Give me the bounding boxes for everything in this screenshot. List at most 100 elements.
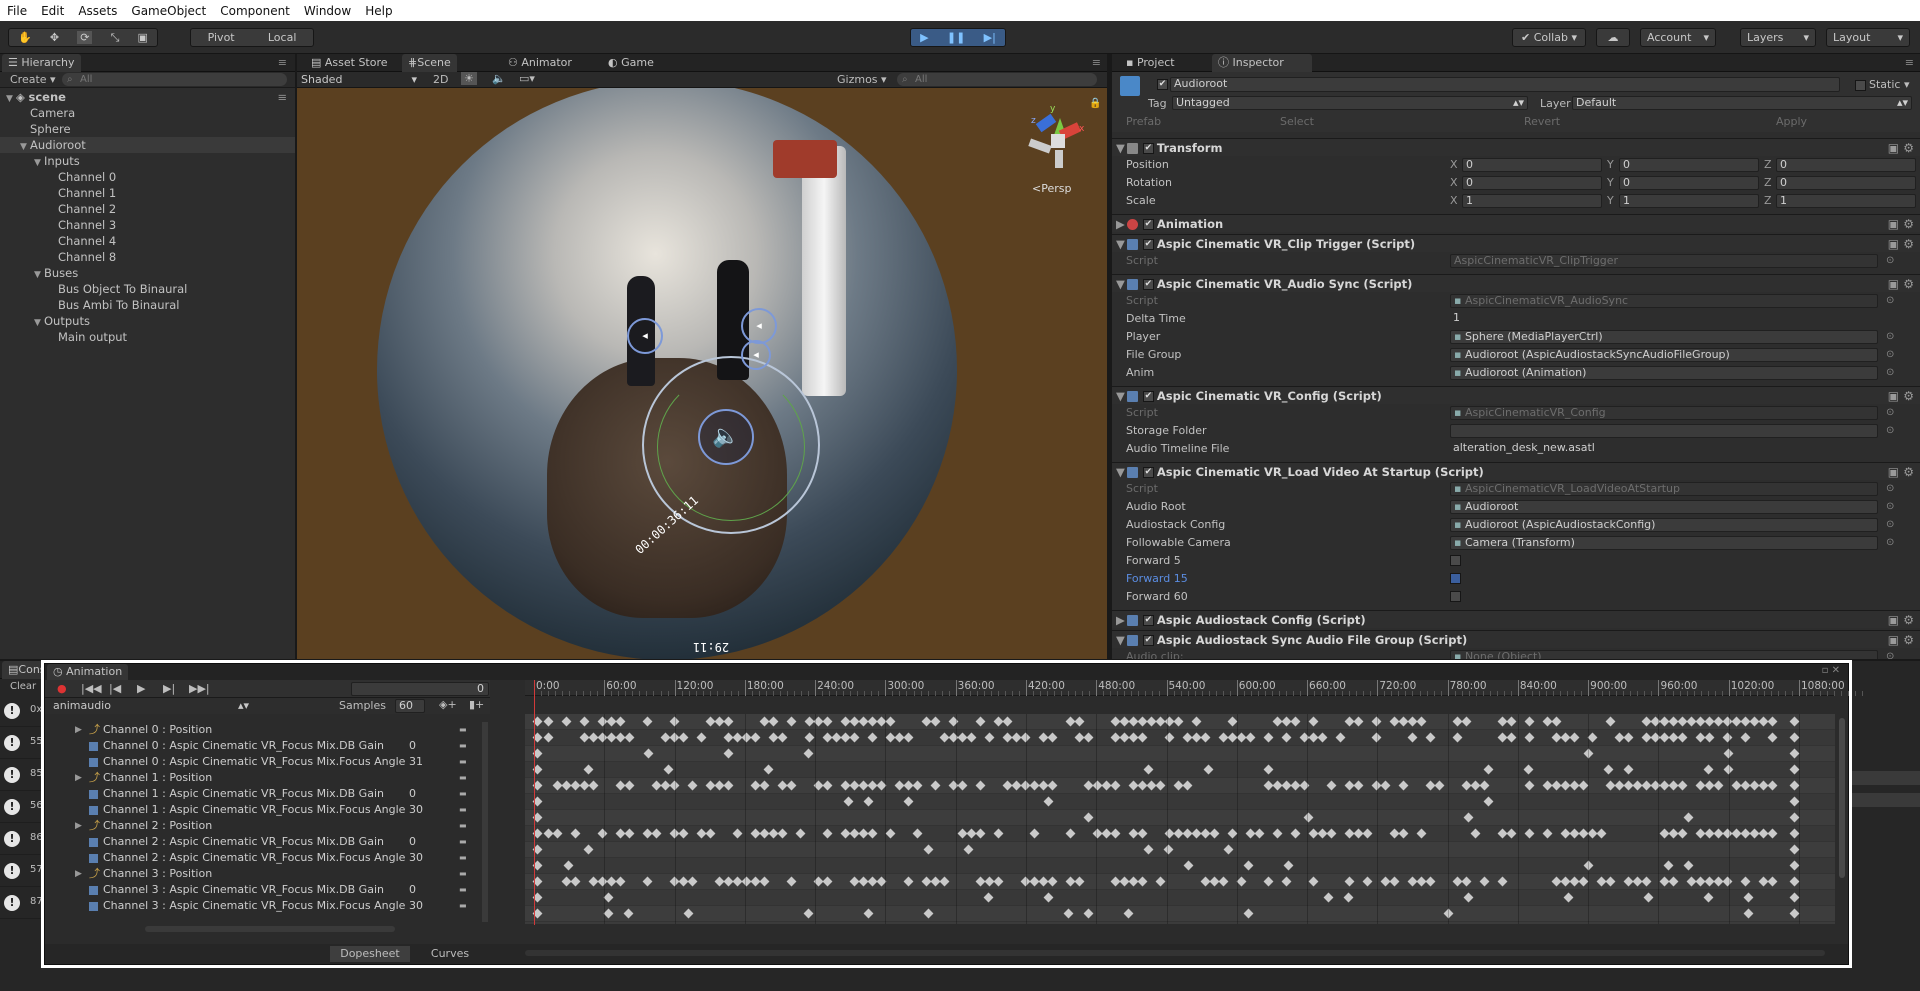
- last-key-icon[interactable]: ▶▶|: [189, 682, 210, 695]
- property-options-icon[interactable]: ▬: [459, 754, 467, 770]
- clip-trigger-component[interactable]: ▼ ✔ Aspic Cinematic VR_Clip Trigger (Scrip…: [1112, 234, 1920, 252]
- revert-button[interactable]: Revert: [1524, 115, 1560, 128]
- enabled-checkbox[interactable]: ✔: [1142, 391, 1154, 402]
- gear-icon[interactable]: ▣ ⚙: [1888, 215, 1914, 233]
- enabled-checkbox[interactable]: ✔: [1142, 467, 1154, 478]
- tab-scene[interactable]: ⋕Scene: [402, 54, 457, 72]
- tab-game[interactable]: ◐ Game: [602, 54, 660, 72]
- foldout-arrow-icon[interactable]: ▼: [1116, 465, 1125, 479]
- hierarchy-item-channel-1[interactable]: Channel 1: [0, 185, 295, 201]
- curves-tab[interactable]: Curves: [415, 946, 485, 962]
- object-picker-icon[interactable]: ⊙: [1886, 516, 1894, 534]
- enabled-checkbox[interactable]: ✔: [1142, 635, 1154, 646]
- object-picker-icon[interactable]: ⊙: [1886, 534, 1894, 552]
- play-icon[interactable]: ▶: [920, 31, 928, 44]
- hierarchy-item-bus-object-to-binaural[interactable]: Bus Object To Binaural: [0, 281, 295, 297]
- z-value-field[interactable]: 0: [1776, 158, 1916, 172]
- prev-key-icon[interactable]: |◀: [109, 682, 121, 695]
- object-picker-icon[interactable]: ⊙: [1886, 292, 1894, 310]
- property-value[interactable]: 0: [407, 882, 418, 898]
- property-field[interactable]: ▪ Audioroot (AspicAudiostackSyncAudioFil…: [1450, 348, 1878, 362]
- object-picker-icon[interactable]: ⊙: [1886, 648, 1894, 659]
- hierarchy-item-inputs[interactable]: ▼ Inputs: [0, 153, 295, 169]
- console-entry[interactable]: ! 56: [0, 791, 44, 823]
- clear-button[interactable]: Clear: [10, 681, 36, 692]
- step-icon[interactable]: ▶|: [984, 31, 996, 44]
- layout-dropdown[interactable]: Layout ▾: [1826, 28, 1910, 47]
- x-value-field[interactable]: 0: [1462, 158, 1602, 172]
- foldout-arrow-icon[interactable]: ▼: [1116, 237, 1125, 251]
- enabled-checkbox[interactable]: ✔: [1142, 143, 1154, 154]
- property-scrollbar[interactable]: [482, 722, 488, 922]
- property-value[interactable]: 0: [407, 786, 418, 802]
- active-checkbox[interactable]: ✔: [1154, 77, 1171, 90]
- console-entry[interactable]: ! 57: [0, 855, 44, 887]
- object-picker-icon[interactable]: ⊙: [1886, 498, 1894, 516]
- console-entry[interactable]: ! 0x: [0, 695, 44, 727]
- select-button[interactable]: Select: [1280, 115, 1314, 128]
- transform-component[interactable]: ▼ ✔ Transform ▣ ⚙: [1112, 138, 1920, 156]
- local-button[interactable]: Local: [268, 31, 297, 44]
- hierarchy-search-input[interactable]: ⌕ All: [62, 73, 287, 86]
- console-entry[interactable]: ! 85: [0, 759, 44, 791]
- z-value-field[interactable]: 0: [1776, 176, 1916, 190]
- hierarchy-item-channel-3[interactable]: Channel 3: [0, 217, 295, 233]
- pivot-button[interactable]: Pivot: [208, 31, 235, 44]
- animation-property-row[interactable]: Channel 3 : Aspic Cinematic VR_Focus Mix…: [45, 898, 485, 914]
- animation-property-row[interactable]: ▶ ⤴ Channel 1 : Position ▬: [45, 770, 485, 786]
- foldout-arrow-icon[interactable]: ▼: [1116, 277, 1125, 291]
- y-value-field[interactable]: 0: [1619, 176, 1759, 190]
- property-options-icon[interactable]: ▬: [459, 770, 467, 786]
- pause-icon[interactable]: ❚❚: [947, 31, 965, 44]
- gizmo-center-cube[interactable]: [1051, 134, 1065, 148]
- shading-dropdown[interactable]: Shaded ▾: [301, 73, 421, 87]
- samples-field[interactable]: 60: [395, 699, 425, 713]
- property-options-icon[interactable]: ▬: [459, 882, 467, 898]
- object-picker-icon[interactable]: ⊙: [1886, 252, 1894, 270]
- gear-icon[interactable]: ▣ ⚙: [1888, 463, 1914, 481]
- object-picker-icon[interactable]: ⊙: [1886, 364, 1894, 382]
- hierarchy-item-scene[interactable]: ▼ ◈ scene ≡: [0, 89, 295, 105]
- enabled-checkbox[interactable]: ✔: [1142, 279, 1154, 290]
- property-value[interactable]: 30: [407, 898, 425, 914]
- expand-arrow-icon[interactable]: ▶: [75, 722, 82, 738]
- property-options-icon[interactable]: ▬: [459, 834, 467, 850]
- animation-property-row[interactable]: Channel 1 : Aspic Cinematic VR_Focus Mix…: [45, 786, 485, 802]
- console-entry[interactable]: ! 87: [0, 887, 44, 919]
- orientation-gizmo[interactable]: y x z: [1017, 96, 1097, 176]
- property-checkbox[interactable]: [1450, 555, 1461, 566]
- tab-asset-store[interactable]: ▤ Asset Store: [305, 54, 394, 72]
- audiostack-config-component[interactable]: ▶ ✔ Aspic Audiostack Config (Script) ▣ ⚙: [1112, 610, 1920, 628]
- menu-component[interactable]: Component: [213, 4, 297, 18]
- play-icon[interactable]: ▶: [137, 682, 145, 695]
- dopesheet-area[interactable]: [525, 714, 1835, 924]
- menu-icon[interactable]: ≡: [1905, 56, 1914, 69]
- static-checkbox[interactable]: Static ▾: [1852, 78, 1909, 91]
- window-controls-icon[interactable]: ▫ ✕: [1822, 665, 1840, 676]
- object-picker-icon[interactable]: ⊙: [1886, 404, 1894, 422]
- property-value[interactable]: 0: [407, 834, 418, 850]
- menu-help[interactable]: Help: [358, 4, 399, 18]
- gizmos-dropdown[interactable]: Gizmos ▾: [837, 73, 887, 86]
- scene-view[interactable]: 🔈 ◂ ◂ ◂ 00:00:36:11 29:11 y x z 🔒 <Persp: [297, 88, 1107, 659]
- property-field[interactable]: ▪ Camera (Transform): [1450, 536, 1878, 550]
- hierarchy-item-audioroot[interactable]: ▼ Audioroot: [0, 137, 295, 153]
- gear-icon[interactable]: ▣ ⚙: [1888, 387, 1914, 405]
- property-hscroll[interactable]: [145, 926, 395, 932]
- timeline-ruler[interactable]: 0:00 60:00 120:00 180:00 240:00 300:00 360:00 4…: [525, 680, 1864, 696]
- property-options-icon[interactable]: ▬: [459, 850, 467, 866]
- object-name-field[interactable]: Audioroot: [1170, 77, 1840, 92]
- x-value-field[interactable]: 1: [1462, 194, 1602, 208]
- timeline-vscroll[interactable]: [1837, 714, 1847, 924]
- gizmo-axis-neg[interactable]: [1028, 138, 1052, 154]
- property-options-icon[interactable]: ▬: [459, 738, 467, 754]
- timeline-hscroll[interactable]: [525, 950, 1825, 956]
- hierarchy-item-main-output[interactable]: Main output: [0, 329, 295, 345]
- first-key-icon[interactable]: |◀◀: [81, 682, 102, 695]
- lock-icon[interactable]: 🔒: [1089, 98, 1101, 109]
- tab-hierarchy[interactable]: ☰ Hierarchy: [2, 54, 81, 72]
- config-component[interactable]: ▼ ✔ Aspic Cinematic VR_Config (Script) ▣ ⚙: [1112, 386, 1920, 404]
- tab-animation[interactable]: ◷ Animation: [47, 664, 129, 680]
- hand-tool-icon[interactable]: ✋: [18, 31, 32, 44]
- expand-arrow-icon[interactable]: ▶: [75, 818, 82, 834]
